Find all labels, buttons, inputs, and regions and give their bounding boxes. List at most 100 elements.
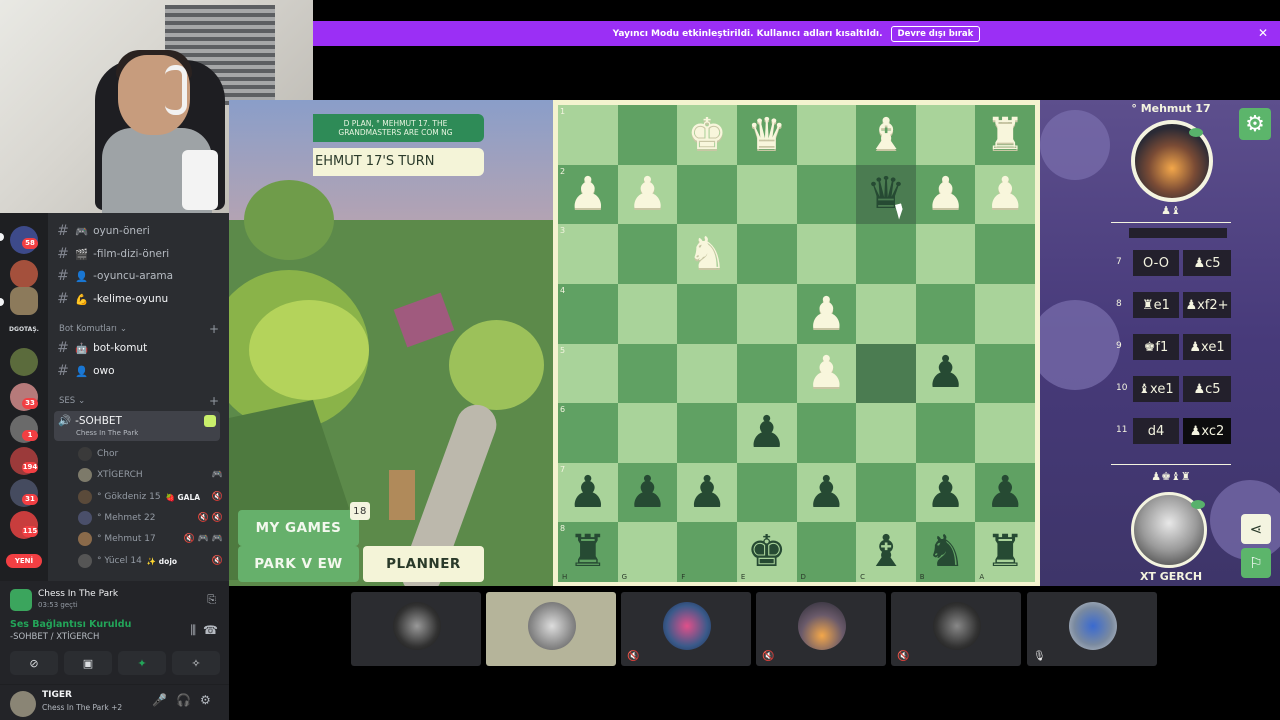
board-square[interactable]: 1 <box>558 105 618 165</box>
new-label[interactable]: YENİ <box>6 554 42 568</box>
chess-piece[interactable]: ♜ <box>985 530 1024 574</box>
voice-member[interactable]: XTİGERCH 🎮 <box>78 466 223 484</box>
board-square[interactable] <box>617 343 678 404</box>
board-square[interactable] <box>736 224 797 284</box>
board-square[interactable] <box>856 343 916 404</box>
board-square[interactable] <box>796 105 857 165</box>
participant-tile[interactable] <box>351 592 481 666</box>
move-row[interactable]: 10 ♝xe1 ♟c5 <box>1111 372 1231 406</box>
board-square[interactable]: ♝ <box>856 105 916 165</box>
board-square[interactable] <box>856 462 916 523</box>
board-square[interactable] <box>915 283 976 344</box>
board-square[interactable]: ♞ <box>677 224 737 284</box>
chess-piece[interactable]: ♟ <box>926 470 965 515</box>
chess-piece[interactable]: ♞ <box>926 530 965 574</box>
move-row[interactable]: 8 ♜e1 ♟xf2+ <box>1111 288 1231 322</box>
chess-piece[interactable]: ♞ <box>687 232 726 276</box>
board-square[interactable] <box>736 343 797 404</box>
black-move[interactable]: ♟xc2 <box>1183 418 1231 444</box>
voice-member[interactable]: ° Mehmet 22 🔇 🔇 <box>78 509 223 527</box>
voice-channel-active[interactable]: 🔊 -SOHBET Chess In The Park <box>54 411 220 441</box>
voice-member[interactable]: ° Mehmut 17 🔇 🎮 🎮 <box>78 530 223 548</box>
board-square[interactable] <box>975 224 1035 284</box>
chess-piece[interactable]: ♟ <box>687 470 726 515</box>
camera-off-button[interactable]: ⊘ <box>10 651 58 675</box>
black-move[interactable]: ♟xe1 <box>1183 334 1231 360</box>
board-square[interactable] <box>796 224 857 284</box>
chess-piece[interactable]: ♟ <box>568 172 607 216</box>
board-square[interactable]: 7 ♟ <box>558 462 618 523</box>
flag-icon[interactable]: ⚐ <box>1241 548 1271 578</box>
eye-icon[interactable] <box>1189 128 1203 137</box>
board-square[interactable]: B ♞ <box>915 522 976 582</box>
my-games-button[interactable]: MY GAMES 18 <box>238 502 370 546</box>
board-square[interactable] <box>915 224 976 284</box>
board-square[interactable]: A ♜ <box>975 522 1035 582</box>
board-square[interactable]: F <box>677 522 737 582</box>
share-icon[interactable]: ⋖ <box>1241 514 1271 544</box>
participant-tile[interactable]: 🔇 <box>891 592 1021 666</box>
board-square[interactable]: D <box>796 522 857 582</box>
close-icon[interactable]: ✕ <box>1258 26 1268 40</box>
voice-member[interactable]: ° Yücel 14 ✨ dojo 🔇 <box>78 552 223 570</box>
board-square[interactable] <box>856 403 916 463</box>
chess-piece[interactable]: ♟ <box>568 470 607 515</box>
move-row[interactable]: 11 d4 ♟xc2 <box>1111 414 1231 448</box>
server-icon[interactable] <box>10 348 38 376</box>
board-square[interactable] <box>796 164 857 225</box>
chess-piece[interactable]: ♟ <box>985 470 1024 515</box>
chess-piece[interactable]: ♟ <box>807 291 846 336</box>
black-move[interactable]: ♟c5 <box>1183 376 1231 402</box>
chess-piece[interactable]: ♚ <box>687 112 726 157</box>
chess-piece[interactable]: ♟ <box>985 172 1024 216</box>
board-square[interactable] <box>915 105 976 165</box>
voice-member[interactable]: ° Gökdeniz 15 🍓 GALA 🔇 <box>78 488 223 506</box>
chess-piece[interactable]: ♜ <box>568 530 607 574</box>
board-square[interactable] <box>796 403 857 463</box>
board-square[interactable] <box>677 164 737 225</box>
chess-piece[interactable]: ♝ <box>866 530 905 574</box>
board-square[interactable]: ♟ <box>975 462 1035 523</box>
participant-tile[interactable]: 🔇 <box>756 592 886 666</box>
board-square[interactable]: ♟ <box>796 462 857 523</box>
mic-icon[interactable]: 🎤 <box>152 693 167 707</box>
chess-piece[interactable]: ♟ <box>807 470 846 515</box>
disable-button[interactable]: Devre dışı bırak <box>890 25 981 42</box>
server-icon[interactable] <box>10 287 38 315</box>
board-square[interactable] <box>975 343 1035 404</box>
chess-piece[interactable]: ♟ <box>747 410 786 455</box>
chess-piece[interactable]: ♚ <box>747 530 786 574</box>
chess-piece[interactable]: ♟ <box>807 351 846 395</box>
channel-item[interactable]: # 🤖 bot-komut <box>56 338 224 358</box>
board-square[interactable]: 2 ♟ <box>558 164 618 225</box>
add-channel-icon[interactable]: + <box>209 394 219 408</box>
board-square[interactable] <box>856 283 916 344</box>
activity-button[interactable]: ✦ <box>118 651 166 675</box>
board-square[interactable] <box>736 164 797 225</box>
board-square[interactable]: ♟ <box>915 462 976 523</box>
channel-item[interactable]: # 🎮 oyun-öneri <box>56 221 224 241</box>
board-square[interactable]: 6 <box>558 403 618 463</box>
white-move[interactable]: ♜e1 <box>1133 292 1179 318</box>
participant-tile[interactable] <box>486 592 616 666</box>
board-square[interactable]: ♟ <box>677 462 737 523</box>
board-square[interactable]: ♚ <box>677 105 737 165</box>
black-move[interactable]: ♟xf2+ <box>1183 292 1231 318</box>
channel-item[interactable]: # 💪 -kelime-oyunu <box>56 289 224 309</box>
chess-piece[interactable]: ♛ <box>747 112 786 157</box>
board-square[interactable] <box>677 403 737 463</box>
noise-suppression-icon[interactable]: ⫼ <box>190 623 196 638</box>
chess-piece[interactable]: ♟ <box>926 351 965 395</box>
connection-channel[interactable]: -SOHBET / XTİGERCH <box>10 632 99 642</box>
board-square[interactable]: ♟ <box>796 283 857 344</box>
board-square[interactable] <box>736 462 797 523</box>
move-row[interactable]: 7 O-O ♟c5 <box>1111 246 1231 280</box>
board-square[interactable]: ♟ <box>915 343 976 404</box>
category-bot[interactable]: Bot Komutları ⌄ + <box>59 322 219 336</box>
board-square[interactable]: G <box>617 522 678 582</box>
add-channel-icon[interactable]: + <box>209 322 219 336</box>
board-square[interactable] <box>617 224 678 284</box>
board-square[interactable]: ♛ <box>736 105 797 165</box>
leave-activity-icon[interactable]: ⎘ <box>207 593 216 607</box>
board-square[interactable]: ♟ <box>796 343 857 404</box>
